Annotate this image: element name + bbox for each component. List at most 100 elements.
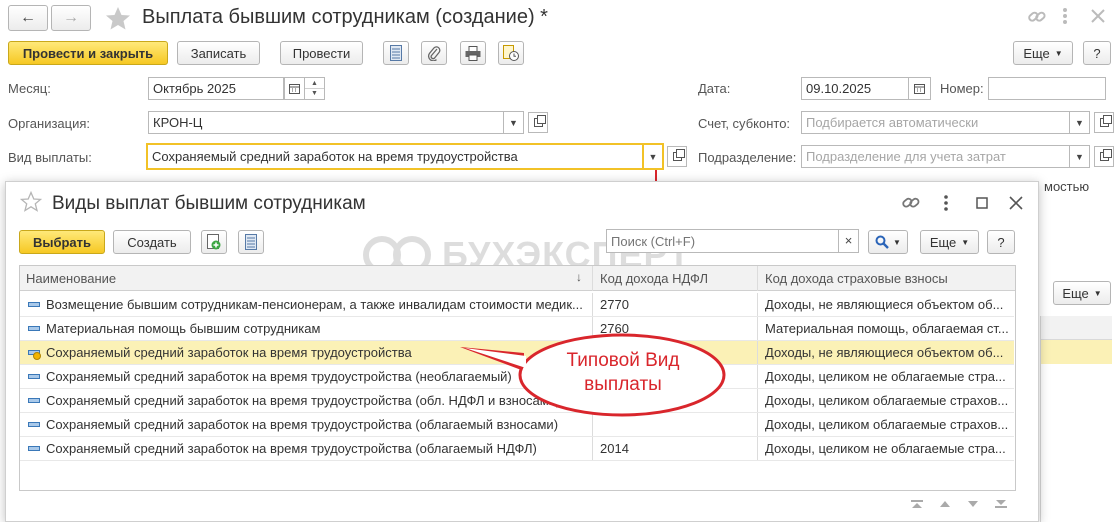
back-button[interactable]: ←	[8, 5, 48, 31]
chevron-down-icon: ▼	[893, 237, 901, 247]
column-header-ndfl[interactable]: Код дохода НДФЛ	[600, 271, 708, 286]
search-icon	[875, 235, 889, 249]
search-options-button[interactable]: ▼	[868, 230, 908, 254]
link-icon[interactable]	[901, 194, 921, 215]
column-divider	[757, 293, 758, 316]
search-input[interactable]	[606, 229, 839, 253]
date-field[interactable]: 09.10.2025	[801, 77, 909, 100]
column-divider	[757, 341, 758, 364]
more-button[interactable]: Еще ▼	[1013, 41, 1073, 65]
catalog-item-icon	[28, 326, 40, 331]
window-title: Выплата бывшим сотрудникам (создание) *	[142, 6, 548, 28]
row-insurance-code: Доходы, целиком облагаемые страхов...	[765, 417, 1009, 432]
history-button[interactable]	[498, 41, 524, 65]
row-name: Сохраняемый средний заработок на время т…	[46, 441, 537, 456]
chevron-down-icon: ▼	[1093, 288, 1102, 298]
maximize-icon[interactable]	[976, 197, 988, 212]
payment-type-dropdown[interactable]: ▼	[644, 143, 664, 170]
date-calendar-button[interactable]	[909, 77, 931, 100]
calendar-icon	[289, 84, 300, 94]
column-header-name[interactable]: Наименование	[26, 271, 116, 286]
help-icon: ?	[1093, 45, 1101, 61]
organization-field[interactable]: КРОН-Ц	[148, 111, 504, 134]
table-row[interactable]: Возмещение бывшим сотрудникам-пенсионера…	[20, 293, 1014, 317]
account-dropdown[interactable]: ▼	[1070, 111, 1090, 134]
department-dropdown[interactable]: ▼	[1070, 145, 1090, 168]
attach-button[interactable]	[421, 41, 447, 65]
column-divider	[757, 365, 758, 388]
payment-type-field[interactable]: Сохраняемый средний заработок на время т…	[146, 143, 644, 170]
month-field[interactable]: Октябрь 2025	[148, 77, 284, 100]
create-copy-button[interactable]	[201, 230, 227, 254]
printer-icon	[465, 45, 481, 61]
post-and-close-button[interactable]: Провести и закрыть	[8, 41, 168, 65]
favorite-star-icon[interactable]	[19, 190, 43, 215]
open-window-icon	[1099, 115, 1112, 127]
chevron-down-icon: ▼	[961, 237, 970, 247]
account-open-button[interactable]	[1094, 112, 1114, 133]
forward-button[interactable]: →	[51, 5, 91, 31]
background-more-button[interactable]: Еще ▼	[1053, 281, 1111, 305]
favorite-star-icon[interactable]	[104, 5, 132, 31]
scroll-top-icon[interactable]	[903, 492, 931, 516]
scroll-bottom-icon[interactable]	[987, 492, 1015, 516]
add-document-icon	[207, 234, 221, 250]
stepper-down-icon[interactable]: ▼	[305, 89, 324, 99]
month-stepper[interactable]: ▲ ▼	[305, 77, 325, 100]
arrow-right-icon: →	[63, 9, 79, 26]
row-ndfl-code: 2770	[600, 297, 629, 312]
month-label: Месяц:	[8, 81, 51, 96]
background-table	[1040, 316, 1112, 522]
chevron-down-icon: ▼	[648, 151, 658, 162]
close-icon[interactable]	[1009, 196, 1023, 213]
select-button[interactable]: Выбрать	[19, 230, 105, 254]
background-table-header	[1041, 316, 1112, 340]
partial-text: мостью	[1044, 179, 1090, 194]
close-icon[interactable]	[1090, 8, 1106, 27]
column-divider	[592, 437, 593, 460]
organization-dropdown[interactable]: ▼	[504, 111, 524, 134]
catalog-item-icon	[28, 302, 40, 307]
table-row[interactable]: Сохраняемый средний заработок на время т…	[20, 437, 1014, 461]
create-button[interactable]: Создать	[113, 230, 191, 254]
scroll-down-icon[interactable]	[959, 492, 987, 516]
column-header-insurance[interactable]: Код дохода страховые взносы	[765, 271, 948, 286]
dialog-more-label: Еще	[929, 234, 957, 250]
department-open-button[interactable]	[1094, 146, 1114, 167]
more-button-label: Еще	[1023, 45, 1050, 61]
stepper-up-icon[interactable]: ▲	[305, 78, 324, 89]
more-vertical-icon[interactable]	[943, 194, 949, 215]
account-field[interactable]: Подбирается автоматически	[801, 111, 1070, 134]
calendar-button[interactable]	[284, 77, 305, 100]
chevron-down-icon: ▼	[509, 117, 518, 128]
row-insurance-code: Доходы, не являющиеся объектом об...	[765, 297, 1004, 312]
catalog-item-icon	[28, 446, 40, 451]
row-insurance-code: Доходы, целиком облагаемые страхов...	[765, 393, 1009, 408]
print-button[interactable]	[460, 41, 486, 65]
list-report-button[interactable]	[238, 230, 264, 254]
scroll-up-icon[interactable]	[931, 492, 959, 516]
payment-type-open-button[interactable]	[667, 146, 687, 167]
dialog-more-button[interactable]: Еще ▼	[920, 230, 979, 254]
department-label: Подразделение:	[698, 150, 797, 165]
search-clear-button[interactable]: ×	[838, 229, 859, 253]
row-insurance-code: Доходы, целиком не облагаемые стра...	[765, 369, 1006, 384]
column-divider	[592, 293, 593, 316]
row-insurance-code: Материальная помощь, облагаемая ст...	[765, 321, 1009, 336]
calendar-icon	[914, 84, 925, 94]
post-button[interactable]: Провести	[280, 41, 363, 65]
more-vertical-icon[interactable]	[1062, 6, 1068, 26]
organization-open-button[interactable]	[528, 112, 548, 133]
link-icon[interactable]	[1027, 8, 1047, 29]
help-button[interactable]: ?	[1083, 41, 1111, 65]
date-label: Дата:	[698, 81, 731, 96]
dialog-help-button[interactable]: ?	[987, 230, 1015, 254]
department-field[interactable]: Подразделение для учета затрат	[801, 145, 1070, 168]
save-button[interactable]: Записать	[177, 41, 260, 65]
report-button[interactable]	[383, 41, 409, 65]
number-label: Номер:	[940, 81, 984, 96]
column-divider	[592, 266, 593, 291]
number-field[interactable]	[988, 77, 1106, 100]
search-text-input[interactable]	[607, 230, 827, 252]
row-insurance-code: Доходы, целиком не облагаемые стра...	[765, 441, 1006, 456]
